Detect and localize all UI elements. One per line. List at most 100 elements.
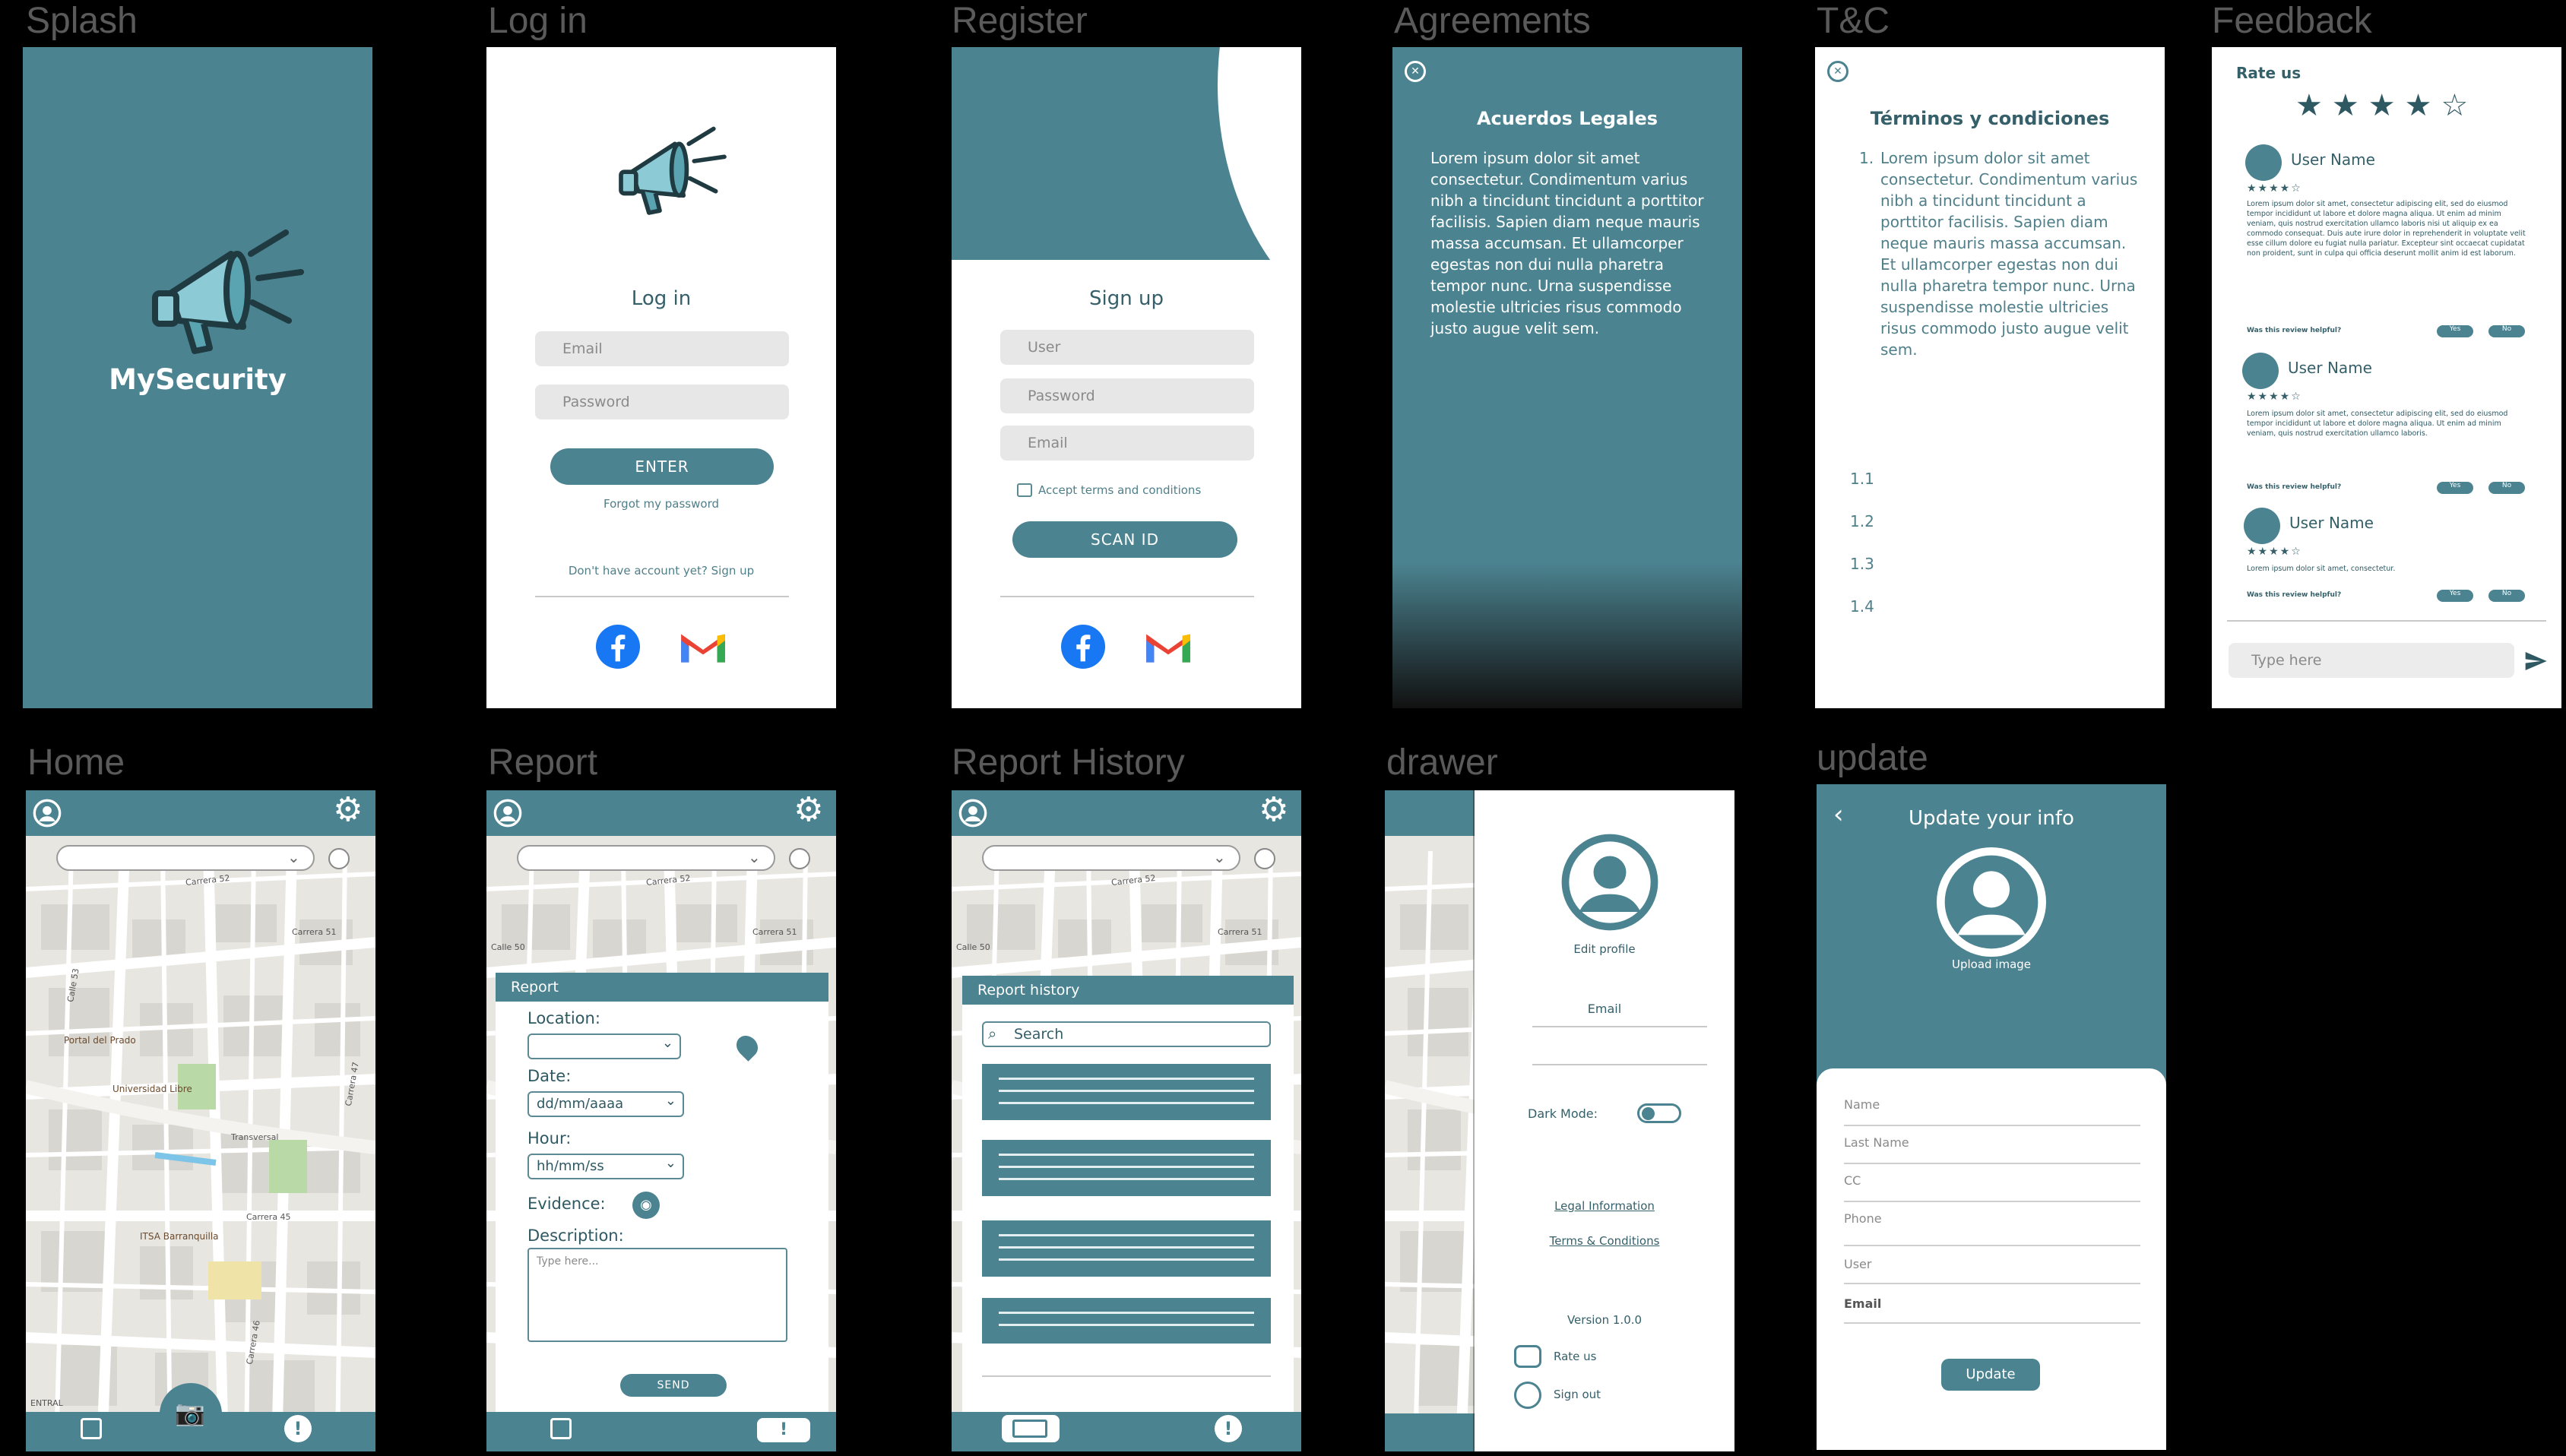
tc-title: Términos y condiciones [1870,108,2110,129]
history-row[interactable] [982,1064,1271,1120]
avatar [2245,144,2282,181]
drawer-panel: Edit profile Email Dark Mode: Legal Info… [1475,790,1734,1451]
review-text: Lorem ipsum dolor sit amet, consectetur … [2247,410,2508,438]
hour-select[interactable]: hh/mm/ss ⌄ [527,1154,684,1179]
camera-icon[interactable]: ◉ [632,1192,660,1219]
password-field[interactable]: Password [535,385,789,419]
user-avatar-icon[interactable] [958,798,988,828]
close-icon[interactable]: ✕ [1405,61,1426,82]
yes-button[interactable]: Yes [2437,482,2473,494]
email-field[interactable]: Email [535,331,789,366]
rate-icon[interactable] [1514,1345,1541,1368]
enter-button[interactable]: ENTER [550,448,774,485]
place-label: Universidad Libre [112,1084,192,1094]
search-input[interactable] [56,845,315,871]
rate-us-link[interactable]: Rate us [1554,1350,1596,1363]
no-button[interactable]: No [2488,325,2525,337]
gear-icon[interactable]: ⚙ [333,790,363,829]
alert-icon[interactable]: ! [757,1418,810,1442]
search-input[interactable] [982,845,1240,871]
target-icon[interactable] [1254,848,1275,869]
chevron-down-icon: ⌄ [664,1093,676,1109]
alert-icon[interactable]: ! [1215,1415,1242,1442]
description-textarea[interactable]: Type here... [527,1248,787,1342]
terms-link[interactable]: Terms & Conditions [1475,1234,1734,1248]
report-panel: Report Location: ⌄ Date: dd/mm/aaaa ⌄ Hou… [496,973,828,1415]
rating-stars[interactable]: ★★★★☆ [2295,88,2477,123]
close-icon[interactable]: ✕ [1827,61,1848,82]
no-button[interactable]: No [2488,590,2525,602]
gmail-icon[interactable] [678,628,728,666]
name-field[interactable]: Name [1844,1097,1880,1112]
gmail-icon[interactable] [1143,628,1193,666]
profile-avatar-icon[interactable] [1549,833,1671,932]
target-icon[interactable] [328,848,350,869]
chevron-down-icon[interactable]: ⌄ [287,848,300,866]
history-search-input[interactable]: Search [982,1021,1271,1047]
update-button[interactable]: Update [1941,1359,2040,1391]
cc-field[interactable]: CC [1844,1173,1861,1188]
home-screen: Carrera 52 Carrera 51 Calle 53 Carrera 4… [26,790,375,1451]
scan-id-button[interactable]: SCAN ID [1012,521,1237,558]
chevron-down-icon[interactable]: ⌄ [748,848,761,866]
gear-icon[interactable]: ⚙ [1259,790,1288,829]
user-avatar-icon[interactable] [493,798,523,828]
tc-subitem: 1.4 [1850,597,1874,616]
reports-icon[interactable] [550,1418,572,1439]
message-input[interactable]: Type here [2229,643,2514,678]
send-button[interactable]: SEND [620,1374,727,1397]
history-row[interactable] [982,1140,1271,1196]
review-stars: ★★★★☆ [2247,182,2302,195]
email-field[interactable]: Email [1000,426,1254,461]
history-row[interactable] [982,1298,1271,1344]
phone-field[interactable]: Phone [1844,1211,1882,1226]
target-icon[interactable] [789,848,810,869]
signup-link[interactable]: Don't have account yet? Sign up [486,564,836,578]
history-row[interactable] [982,1220,1271,1277]
label-update: update [1817,738,1928,778]
last-name-field[interactable]: Last Name [1844,1135,1909,1150]
legal-info-link[interactable]: Legal Information [1475,1199,1734,1213]
field-underline [1844,1245,2140,1246]
location-pin-icon[interactable] [732,1031,762,1062]
edit-profile-link[interactable]: Edit profile [1475,942,1734,956]
agreements-screen: ✕ Acuerdos Legales Lorem ipsum dolor sit… [1392,47,1742,708]
place-label: Portal del Prado [64,1035,136,1046]
map[interactable] [26,790,375,1451]
yes-button[interactable]: Yes [2437,325,2473,337]
history-panel: Report history Search ⌕ [962,976,1294,1416]
facebook-icon[interactable] [596,625,640,669]
send-icon[interactable] [2522,649,2549,673]
email-field[interactable]: Email [1844,1296,1881,1311]
location-select[interactable]: ⌄ [527,1033,681,1059]
user-field[interactable]: User [1000,330,1254,365]
upload-image-link[interactable]: Upload image [1817,957,2166,971]
megaphone-icon [619,126,727,215]
update-title: Update your info [1909,807,2074,830]
password-field[interactable]: Password [1000,378,1254,413]
field-underline [1844,1125,2140,1126]
chevron-down-icon: ⌄ [661,1035,673,1051]
sign-out-icon[interactable] [1514,1382,1541,1409]
date-select[interactable]: dd/mm/aaaa ⌄ [527,1091,684,1117]
tc-item-text: Lorem ipsum dolor sit amet consectetur. … [1880,149,2138,359]
sign-out-link[interactable]: Sign out [1554,1388,1601,1401]
facebook-icon[interactable] [1061,625,1105,669]
user-avatar-icon[interactable] [32,798,62,828]
forgot-password-link[interactable]: Forgot my password [486,497,836,511]
user-field[interactable]: User [1844,1257,1871,1271]
gear-icon[interactable]: ⚙ [794,790,823,829]
search-input[interactable] [517,845,775,871]
register-screen: Sign up User Password Email Accept terms… [952,47,1301,708]
drawer-screen: Edit profile Email Dark Mode: Legal Info… [1385,790,1734,1451]
bottom-bar [1385,1413,1476,1451]
profile-avatar-icon[interactable] [1931,845,2052,959]
yes-button[interactable]: Yes [2437,590,2473,602]
reports-icon[interactable] [81,1418,102,1439]
chevron-down-icon[interactable]: ⌄ [1213,848,1226,866]
feedback-screen: Rate us ★★★★☆ User Name ★★★★☆ Lorem ipsu… [2212,47,2561,708]
accept-checkbox[interactable] [1017,483,1032,497]
no-button[interactable]: No [2488,482,2525,494]
divider [1532,1064,1707,1065]
alert-icon[interactable]: ! [284,1415,312,1442]
